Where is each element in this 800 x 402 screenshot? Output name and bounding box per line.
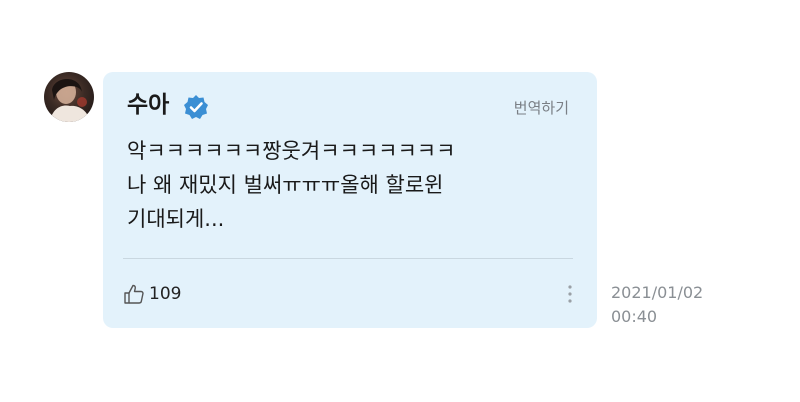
verified-badge-icon — [184, 95, 208, 119]
comment-text-line: 기대되게... — [127, 207, 225, 231]
comment-screen: 수아 번역하기 악ㅋㅋㅋㅋㅋㅋ짱웃겨ㅋㅋㅋㅋㅋㅋㅋ 나 왜 재밌지 벌써ㅠㅠㅠ올… — [0, 0, 800, 402]
author-name[interactable]: 수아 — [127, 91, 169, 119]
comment-text: 악ㅋㅋㅋㅋㅋㅋ짱웃겨ㅋㅋㅋㅋㅋㅋㅋ 나 왜 재밌지 벌써ㅠㅠㅠ올해 할로윈 기대… — [127, 134, 587, 236]
comment-bubble: 수아 번역하기 악ㅋㅋㅋㅋㅋㅋ짱웃겨ㅋㅋㅋㅋㅋㅋㅋ 나 왜 재밌지 벌써ㅠㅠㅠ올… — [103, 72, 597, 328]
comment-date: 2021/01/02 — [611, 283, 704, 302]
avatar-image — [50, 79, 90, 122]
divider — [123, 258, 573, 259]
more-vertical-icon[interactable] — [565, 282, 575, 306]
comment-text-line: 나 왜 재밌지 벌써ㅠㅠㅠ올해 할로윈 — [127, 173, 444, 197]
comment-timestamp: 2021/01/02 00:40 — [611, 281, 703, 329]
like-button[interactable]: 109 — [123, 282, 181, 306]
comment-text-line: 악ㅋㅋㅋㅋㅋㅋ짱웃겨ㅋㅋㅋㅋㅋㅋㅋ — [127, 139, 456, 163]
comment-time: 00:40 — [611, 307, 658, 326]
like-count: 109 — [149, 284, 182, 304]
author-avatar[interactable] — [44, 72, 94, 122]
translate-button[interactable]: 번역하기 — [514, 98, 569, 118]
thumbs-up-icon — [124, 284, 144, 304]
